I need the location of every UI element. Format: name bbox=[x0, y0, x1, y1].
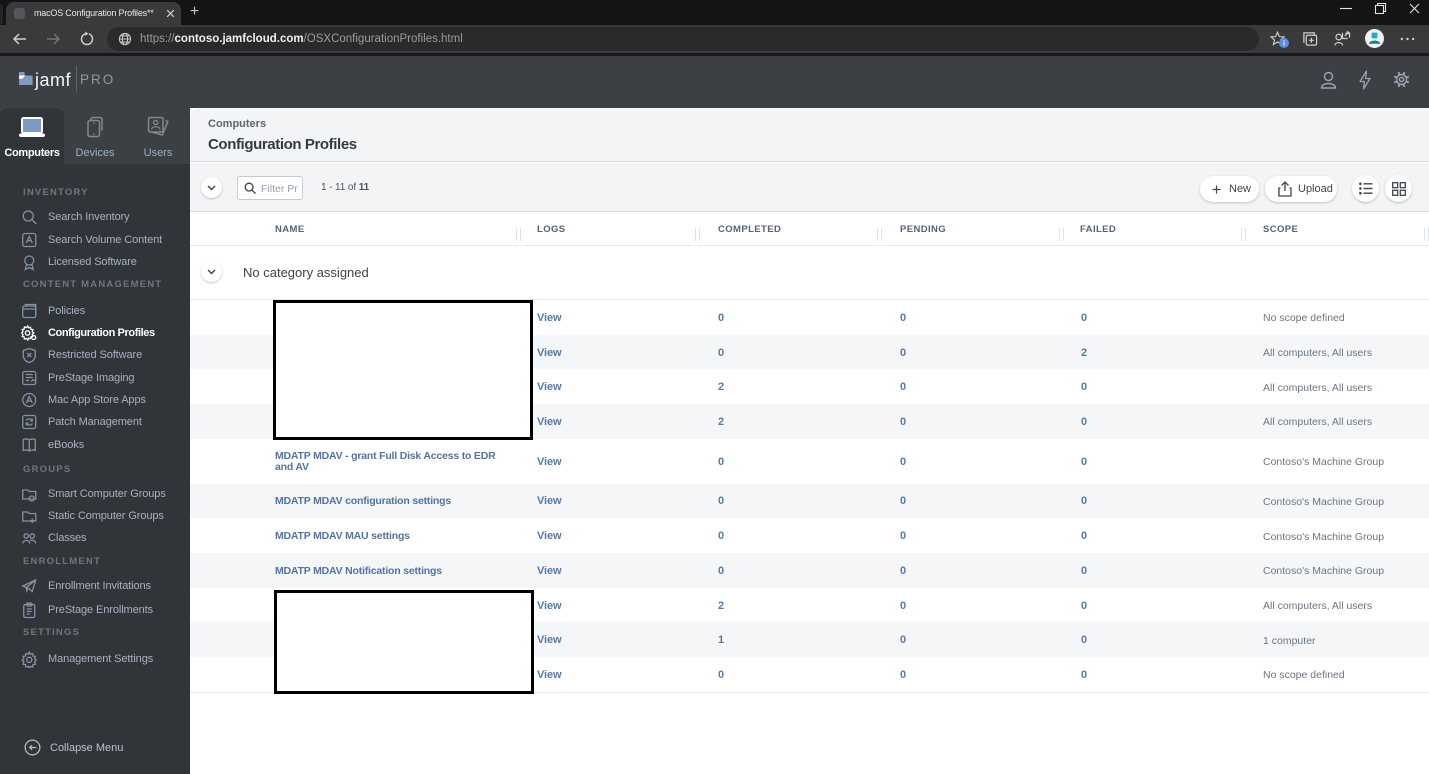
svg-text:i: i bbox=[1283, 41, 1285, 48]
